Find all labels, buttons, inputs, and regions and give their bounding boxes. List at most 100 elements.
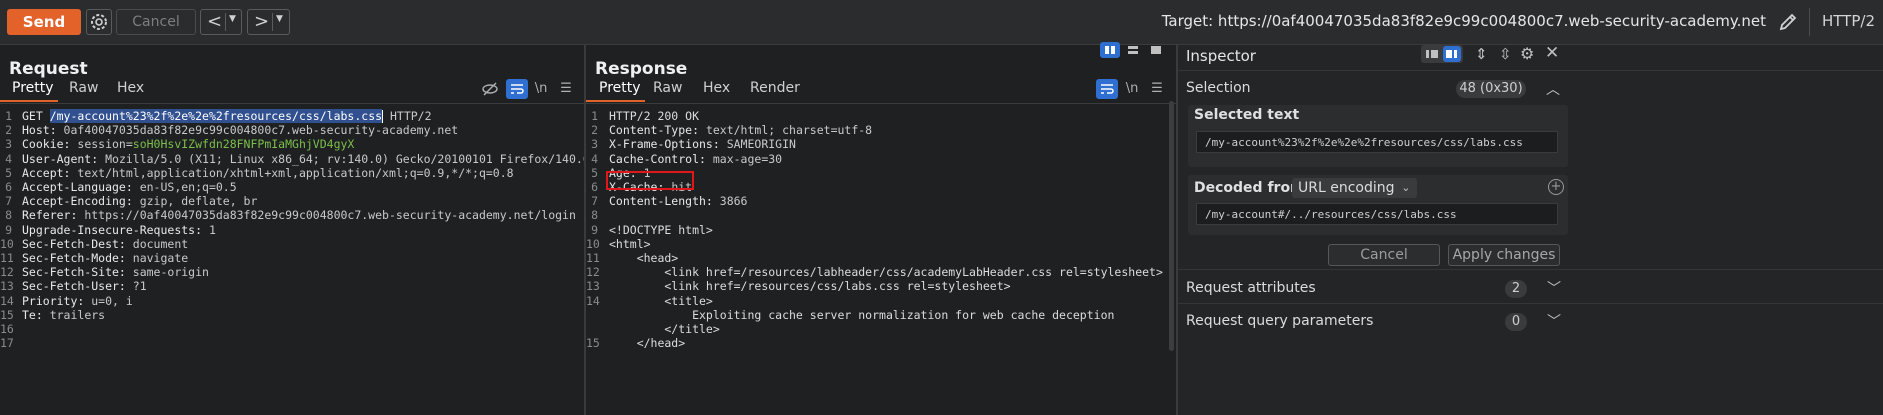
line-text: <title> bbox=[609, 293, 713, 308]
header-name: Content-Type: bbox=[609, 123, 700, 138]
code-line: 3 Cookie: session=soH0HsvIZwfdn28FNFPmIaM… bbox=[0, 137, 570, 151]
line-text: <head> bbox=[609, 251, 679, 265]
code-line: </title> bbox=[586, 322, 1161, 336]
decoding-select[interactable]: URL encoding ⌄ bbox=[1292, 178, 1417, 198]
header-value: navigate bbox=[125, 251, 189, 265]
history-forward-button[interactable]: > ▼ bbox=[247, 9, 290, 35]
add-decoding-icon[interactable]: + bbox=[1548, 179, 1564, 195]
header-name: Content-Length: bbox=[609, 194, 713, 209]
panel-view-icon[interactable] bbox=[1443, 46, 1461, 62]
selection-label[interactable]: Selection bbox=[1186, 80, 1251, 96]
code-line: 10 <html> bbox=[586, 237, 1161, 251]
header-value: gzip, deflate, br bbox=[132, 194, 258, 209]
line-number: 4 bbox=[5, 151, 12, 166]
code-line: 15 </head> bbox=[586, 336, 1161, 350]
inspector-cancel-button[interactable]: Cancel bbox=[1328, 244, 1440, 266]
dropdown-arrow-icon[interactable]: ▼ bbox=[276, 14, 283, 24]
selected-text-field[interactable]: /my-account%23%2f%2e%2e%2fresources/css/… bbox=[1196, 131, 1558, 153]
code-line: 14 <title> bbox=[586, 294, 1161, 308]
menu-icon[interactable]: ☰ bbox=[555, 79, 577, 99]
close-icon[interactable]: ✕ bbox=[1545, 43, 1559, 63]
tab-raw[interactable]: Raw bbox=[69, 80, 98, 96]
selected-path: /my-account%23%2f%2e%2e%2fresources/css/… bbox=[49, 109, 383, 123]
line-text: User-Agent: Mozilla/5.0 (X11; Linux x86_… bbox=[22, 152, 590, 166]
code-line: 12 <link href=/resources/labheader/css/a… bbox=[586, 265, 1163, 279]
cancel-button[interactable]: Cancel bbox=[116, 9, 196, 35]
line-number: 17 bbox=[0, 336, 14, 351]
line-number: 14 bbox=[0, 293, 14, 308]
tab-pretty[interactable]: Pretty bbox=[12, 80, 54, 96]
send-button[interactable]: Send bbox=[7, 9, 81, 35]
apply-changes-button[interactable]: Apply changes bbox=[1448, 244, 1560, 266]
tab-hex[interactable]: Hex bbox=[703, 80, 730, 96]
code-line: 9 <!DOCTYPE html> bbox=[586, 223, 1161, 237]
code-line: 4 Cache-Control: max-age=30 bbox=[586, 152, 1161, 166]
code-line: 5 Accept: text/html,application/xhtml+xml… bbox=[0, 166, 570, 180]
toolbar-divider bbox=[1809, 8, 1810, 36]
http-version-label[interactable]: HTTP/2 bbox=[1822, 12, 1875, 30]
line-text: </head> bbox=[609, 336, 686, 351]
request-query-params-label[interactable]: Request query parameters bbox=[1186, 313, 1373, 329]
header-value: SAMEORIGIN bbox=[719, 137, 796, 152]
expand-all-icon[interactable]: ⇕ bbox=[1475, 45, 1488, 63]
line-text: <html> bbox=[609, 236, 651, 251]
x-cache-highlight-box bbox=[606, 171, 694, 190]
header-name: Te: bbox=[22, 307, 43, 322]
request-attributes-label[interactable]: Request attributes bbox=[1186, 280, 1316, 296]
http-version: HTTP/2 bbox=[383, 109, 432, 123]
line-text: Accept: text/html,application/xhtml+xml,… bbox=[22, 166, 514, 180]
code-line: 13 Sec-Fetch-User: ?1 bbox=[0, 279, 570, 293]
decoding-select-value: URL encoding bbox=[1298, 180, 1395, 196]
list-view-icon[interactable] bbox=[1424, 47, 1440, 61]
settings-gear-icon[interactable] bbox=[86, 9, 112, 35]
code-line: 7 Accept-Encoding: gzip, deflate, br bbox=[0, 194, 570, 208]
header-value: u=0, i bbox=[84, 293, 133, 308]
header-name: Cache-Control: bbox=[609, 151, 706, 166]
split-horizontal-icon[interactable] bbox=[1100, 42, 1120, 58]
code-line: 2 Host: 0af40047035da83f82e9c99c004800c7.… bbox=[0, 123, 570, 137]
line-text: Sec-Fetch-Site: same-origin bbox=[22, 265, 209, 279]
hide-nonprintable-eye-icon[interactable] bbox=[479, 79, 501, 99]
chevron-up-icon[interactable]: ︿ bbox=[1546, 79, 1560, 99]
line-text: X-Frame-Options: SAMEORIGIN bbox=[609, 137, 796, 151]
tab-hex[interactable]: Hex bbox=[117, 80, 144, 96]
newline-toggle[interactable]: \n bbox=[530, 79, 552, 99]
header-value: trailers bbox=[42, 307, 106, 322]
chevron-down-icon[interactable]: ﹀ bbox=[1547, 311, 1561, 331]
word-wrap-icon[interactable] bbox=[506, 79, 528, 99]
line-number: 4 bbox=[591, 151, 598, 166]
tab-raw[interactable]: Raw bbox=[653, 80, 682, 96]
split-vertical-icon[interactable] bbox=[1123, 42, 1143, 58]
header-value: text/html,application/xhtml+xml,applicat… bbox=[70, 165, 514, 180]
inspector-settings-gear-icon[interactable]: ⚙ bbox=[1520, 44, 1534, 63]
response-scrollbar[interactable] bbox=[1169, 101, 1174, 351]
edit-target-pencil-icon[interactable] bbox=[1776, 10, 1800, 34]
line-text: Upgrade-Insecure-Requests: 1 bbox=[22, 223, 216, 237]
menu-icon[interactable]: ☰ bbox=[1146, 79, 1168, 99]
dropdown-arrow-icon[interactable]: ▼ bbox=[229, 14, 236, 24]
line-text: Exploiting cache server normalization fo… bbox=[609, 307, 1115, 322]
header-value: en-US,en;q=0.5 bbox=[132, 180, 237, 194]
history-back-button[interactable]: < ▼ bbox=[200, 9, 242, 35]
single-view-icon[interactable] bbox=[1146, 42, 1166, 58]
line-number: 10 bbox=[586, 236, 600, 251]
code-line: 8 bbox=[586, 208, 1161, 222]
tab-pretty[interactable]: Pretty bbox=[599, 80, 641, 96]
line-text: Sec-Fetch-Dest: document bbox=[22, 237, 188, 251]
code-line: 9 Upgrade-Insecure-Requests: 1 bbox=[0, 223, 570, 237]
inspector-layout-toggle bbox=[1421, 45, 1463, 63]
newline-toggle[interactable]: \n bbox=[1121, 79, 1143, 99]
decoded-value-field[interactable]: /my-account#/../resources/css/labs.css bbox=[1196, 203, 1558, 225]
code-line: Exploiting cache server normalization fo… bbox=[586, 308, 1161, 322]
word-wrap-icon[interactable] bbox=[1096, 79, 1118, 99]
chevron-down-icon[interactable]: ﹀ bbox=[1547, 278, 1561, 298]
line-text: Accept-Language: en-US,en;q=0.5 bbox=[22, 180, 237, 194]
header-name: Accept: bbox=[22, 165, 71, 180]
header-value: session= bbox=[70, 137, 133, 152]
line-number: 12 bbox=[0, 265, 14, 280]
tab-render[interactable]: Render bbox=[750, 80, 800, 96]
code-line: 4 User-Agent: Mozilla/5.0 (X11; Linux x86… bbox=[0, 151, 590, 166]
code-line: 7 Content-Length: 3866 bbox=[586, 194, 1161, 208]
header-name: Sec-Fetch-Mode: bbox=[22, 251, 126, 265]
collapse-all-icon[interactable]: ⇳ bbox=[1499, 45, 1512, 63]
